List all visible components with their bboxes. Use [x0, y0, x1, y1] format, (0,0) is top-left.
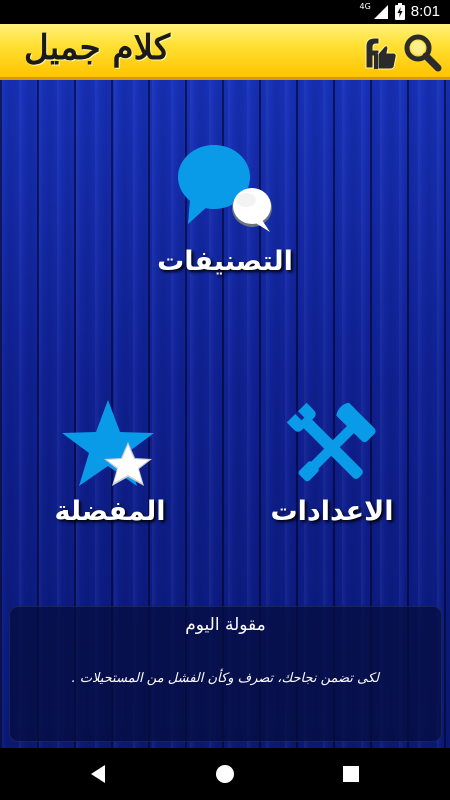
- battery-icon: [394, 3, 405, 20]
- chat-bubbles-icon: [178, 145, 272, 232]
- app-bar: كلام جميل: [0, 24, 450, 80]
- quote-text: لكى تضمن نجاحك، تصرف وكأن الفشل من المست…: [71, 671, 379, 686]
- settings-button[interactable]: الاعدادات: [262, 398, 402, 527]
- back-button[interactable]: [87, 762, 111, 786]
- star-icon: [62, 400, 154, 486]
- tools-icon: [286, 402, 376, 482]
- categories-button[interactable]: التصنيفات: [150, 142, 300, 277]
- status-bar: 4G 8:01: [0, 0, 450, 24]
- back-icon: [91, 765, 105, 783]
- categories-label: التصنيفات: [157, 246, 293, 277]
- favorites-label: المفضلة: [54, 496, 166, 527]
- search-button[interactable]: [402, 32, 442, 72]
- status-icons: 4G 8:01: [359, 2, 440, 20]
- navigation-bar: [0, 748, 450, 800]
- quote-of-day-panel: مقولة اليوم لكى تضمن نجاحك، تصرف وكأن ال…: [9, 606, 442, 742]
- recents-icon: [343, 766, 359, 782]
- status-time: 8:01: [410, 3, 440, 20]
- home-icon: [216, 765, 234, 783]
- facebook-like-icon[interactable]: [360, 34, 398, 72]
- search-icon: [404, 34, 442, 72]
- favorites-button[interactable]: المفضلة: [40, 398, 180, 527]
- app-title: كلام جميل: [24, 28, 171, 68]
- main-content: التصنيفات الاعدادات المفضلة مقولة اليوم …: [0, 80, 450, 748]
- home-button[interactable]: [213, 762, 237, 786]
- settings-label: الاعدادات: [270, 496, 394, 527]
- network-type-label: 4G: [359, 2, 371, 11]
- quote-title: مقولة اليوم: [185, 615, 266, 635]
- signal-icon: [373, 4, 388, 19]
- recents-button[interactable]: [339, 762, 363, 786]
